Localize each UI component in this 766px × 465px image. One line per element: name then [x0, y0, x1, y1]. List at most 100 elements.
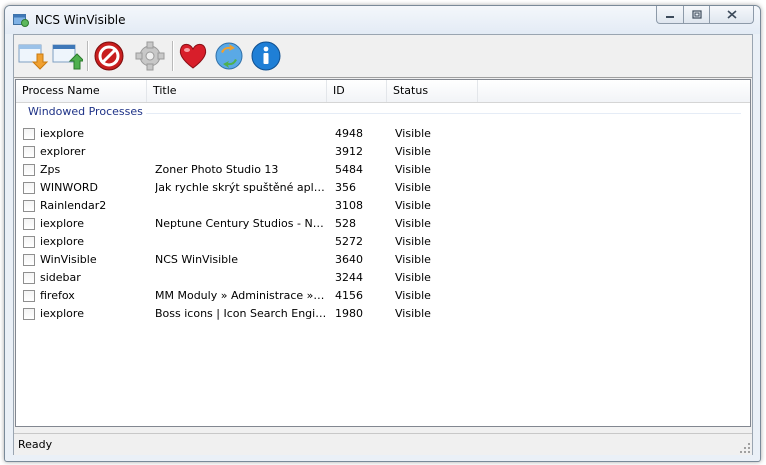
favorite-button[interactable]	[177, 40, 209, 72]
client-area: Process Name Title ID Status Windowed Pr…	[13, 34, 753, 455]
column-header-process-name[interactable]: Process Name	[16, 80, 147, 102]
export-button[interactable]	[51, 40, 83, 72]
table-row[interactable]: firefox MM Moduly » Administrace » Uži...…	[16, 287, 750, 305]
cell-status: Visible	[395, 163, 431, 176]
cell-status: Visible	[395, 253, 431, 266]
cell-status: Visible	[395, 127, 431, 140]
table-row[interactable]: WinVisible NCS WinVisible 3640 Visible	[16, 251, 750, 269]
cell-status: Visible	[395, 217, 431, 230]
stop-button[interactable]	[93, 40, 125, 72]
row-checkbox[interactable]	[23, 200, 35, 212]
table-row[interactable]: iexplore 4948 Visible	[16, 125, 750, 143]
import-button[interactable]	[17, 40, 49, 72]
table-row[interactable]: iexplore Boss icons | Icon Search Engine …	[16, 305, 750, 323]
cell-id: 3640	[335, 253, 363, 266]
cell-process-name: Rainlendar2	[40, 199, 107, 212]
list-header: Process Name Title ID Status	[16, 80, 750, 103]
cell-process-name: Zps	[40, 163, 61, 176]
maximize-button[interactable]	[684, 6, 710, 24]
cell-id: 5484	[335, 163, 363, 176]
stop-icon	[94, 41, 124, 71]
window-controls	[656, 6, 754, 26]
cell-status: Visible	[395, 235, 431, 248]
cell-process-name: iexplore	[40, 235, 84, 248]
row-checkbox[interactable]	[23, 164, 35, 176]
window-title: NCS WinVisible	[35, 13, 126, 27]
resize-grip-icon[interactable]	[740, 443, 750, 453]
cell-process-name: sidebar	[40, 271, 81, 284]
restore-icon	[691, 10, 702, 19]
cell-process-name: iexplore	[40, 307, 84, 320]
cell-title: MM Moduly » Administrace » Uži...	[155, 289, 327, 302]
import-icon	[18, 44, 49, 70]
cell-process-name: explorer	[40, 145, 86, 158]
row-checkbox[interactable]	[23, 146, 35, 158]
cell-status: Visible	[395, 289, 431, 302]
cell-title: Zoner Photo Studio 13	[155, 163, 279, 176]
heart-icon	[179, 43, 207, 69]
info-icon	[251, 41, 281, 71]
row-checkbox[interactable]	[23, 254, 35, 266]
about-button[interactable]	[250, 40, 282, 72]
cell-status: Visible	[395, 181, 431, 194]
status-text: Ready	[18, 438, 53, 451]
table-row[interactable]: iexplore Neptune Century Studios - Neptu.…	[16, 215, 750, 233]
column-header-title[interactable]: Title	[147, 80, 327, 102]
cell-id: 3244	[335, 271, 363, 284]
column-header-status[interactable]: Status	[387, 80, 478, 102]
cell-status: Visible	[395, 307, 431, 320]
cell-process-name: WINWORD	[40, 181, 98, 194]
update-icon	[215, 42, 243, 70]
cell-id: 356	[335, 181, 356, 194]
cell-id: 3912	[335, 145, 363, 158]
settings-button[interactable]	[134, 40, 166, 72]
cell-title: NCS WinVisible	[155, 253, 238, 266]
column-header-id[interactable]: ID	[327, 80, 387, 102]
cell-status: Visible	[395, 271, 431, 284]
cell-process-name: iexplore	[40, 217, 84, 230]
cell-id: 5272	[335, 235, 363, 248]
group-label[interactable]: Windowed Processes	[28, 105, 143, 118]
status-bar: Ready	[14, 433, 752, 455]
cell-id: 4948	[335, 127, 363, 140]
app-icon	[13, 14, 29, 27]
settings-icon	[135, 41, 165, 71]
row-checkbox[interactable]	[23, 290, 35, 302]
row-checkbox[interactable]	[23, 182, 35, 194]
toolbar	[14, 35, 752, 78]
cell-id: 4156	[335, 289, 363, 302]
close-icon	[726, 10, 737, 19]
cell-id: 528	[335, 217, 356, 230]
toolbar-separator	[172, 41, 174, 71]
cell-process-name: WinVisible	[40, 253, 97, 266]
cell-title: Jak rychle skrýt spuštěné aplikac...	[155, 181, 327, 194]
minimize-button[interactable]	[656, 6, 684, 24]
update-button[interactable]	[213, 40, 245, 72]
process-list[interactable]: Process Name Title ID Status Windowed Pr…	[15, 79, 751, 427]
minimize-icon	[666, 15, 674, 18]
cell-status: Visible	[395, 145, 431, 158]
cell-title: Neptune Century Studios - Neptu...	[155, 217, 327, 230]
row-checkbox[interactable]	[23, 218, 35, 230]
cell-id: 3108	[335, 199, 363, 212]
row-checkbox[interactable]	[23, 128, 35, 140]
app-window: NCS WinVisible Process Name Title ID Sta…	[4, 5, 761, 462]
row-checkbox[interactable]	[23, 236, 35, 248]
table-row[interactable]: explorer 3912 Visible	[16, 143, 750, 161]
close-button[interactable]	[710, 6, 754, 24]
row-checkbox[interactable]	[23, 308, 35, 320]
table-row[interactable]: Rainlendar2 3108 Visible	[16, 197, 750, 215]
table-row[interactable]: iexplore 5272 Visible	[16, 233, 750, 251]
group-divider	[146, 113, 741, 114]
row-checkbox[interactable]	[23, 272, 35, 284]
cell-status: Visible	[395, 199, 431, 212]
table-row[interactable]: Zps Zoner Photo Studio 13 5484 Visible	[16, 161, 750, 179]
export-icon	[52, 44, 83, 70]
cell-process-name: firefox	[40, 289, 75, 302]
title-bar[interactable]: NCS WinVisible	[5, 6, 760, 34]
cell-id: 1980	[335, 307, 363, 320]
cell-title: Boss icons | Icon Search Engine |...	[155, 307, 327, 320]
table-row[interactable]: WINWORD Jak rychle skrýt spuštěné aplikac…	[16, 179, 750, 197]
table-row[interactable]: sidebar 3244 Visible	[16, 269, 750, 287]
cell-process-name: iexplore	[40, 127, 84, 140]
